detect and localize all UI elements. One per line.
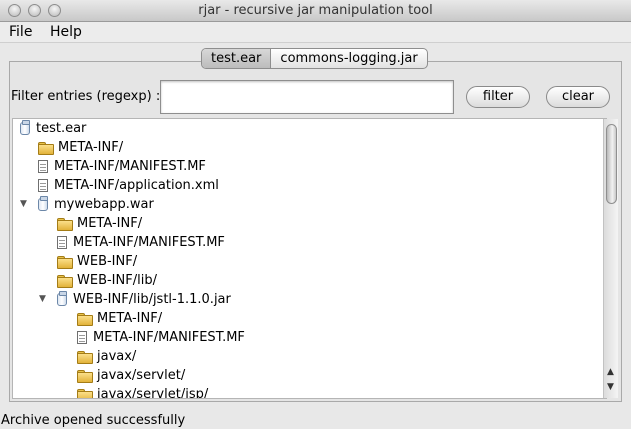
tree-item-label: test.ear [36, 121, 87, 136]
clear-button[interactable]: clear [546, 86, 610, 108]
folder-icon [57, 256, 73, 269]
jar-icon [57, 291, 67, 306]
scroll-down-icon[interactable]: ▼ [607, 382, 614, 392]
tab-commons-logging-jar[interactable]: commons-logging.jar [271, 49, 426, 68]
scroll-up-icon[interactable]: ▲ [607, 367, 614, 377]
tab-test-ear[interactable]: test.ear [202, 49, 272, 68]
tab-strip: test.ear commons-logging.jar [0, 43, 631, 71]
filter-button[interactable]: filter [466, 86, 530, 108]
tree-item-label: javax/ [97, 349, 137, 364]
tree-item-label: META-INF/application.xml [54, 178, 219, 193]
folder-icon [77, 313, 93, 326]
tree-item-label: mywebapp.war [54, 197, 154, 212]
file-icon [38, 160, 48, 173]
jar-icon [38, 196, 48, 211]
tree-item[interactable]: test.ear [20, 119, 86, 138]
tree-item-label: META-INF/MANIFEST.MF [73, 235, 225, 250]
menu-help[interactable]: Help [50, 24, 82, 40]
folder-icon [57, 275, 73, 288]
title-bar: rjar - recursive jar manipulation tool [0, 0, 631, 22]
tree-item[interactable]: ▼ WEB-INF/lib/jstl-1.1.0.jar [39, 290, 231, 309]
tree-item-label: WEB-INF/lib/ [77, 273, 157, 288]
folder-icon [38, 142, 54, 155]
expanded-triangle-icon[interactable]: ▼ [20, 195, 27, 214]
tree-item-label: META-INF/ [58, 140, 124, 155]
archive-tree[interactable]: test.ear META-INF/ META-INF/MANIFEST.MF … [12, 118, 607, 399]
menu-file[interactable]: File [9, 24, 32, 40]
tree-item-label: WEB-INF/lib/jstl-1.1.0.jar [73, 292, 231, 307]
tree-scrollbar[interactable]: ▲ ▼ [603, 119, 618, 398]
tree-item[interactable]: javax/ [77, 347, 136, 366]
tree-item-label: META-INF/MANIFEST.MF [54, 159, 206, 174]
folder-icon [77, 351, 93, 364]
status-message: Archive opened successfully [1, 413, 186, 428]
tree-item[interactable]: META-INF/ [57, 214, 142, 233]
tree-item[interactable]: javax/servlet/jsp/ [77, 385, 209, 399]
tree-item[interactable]: META-INF/MANIFEST.MF [57, 233, 225, 252]
scrollbar-thumb[interactable] [606, 124, 617, 204]
tree-item[interactable]: META-INF/application.xml [38, 176, 219, 195]
tree-item[interactable]: META-INF/ [38, 138, 123, 157]
folder-icon [57, 218, 73, 231]
folder-icon [77, 370, 93, 383]
tree-item[interactable]: javax/servlet/ [77, 366, 185, 385]
window-title: rjar - recursive jar manipulation tool [198, 3, 433, 18]
tree-item[interactable]: META-INF/MANIFEST.MF [38, 157, 206, 176]
file-icon [57, 236, 67, 249]
menu-bar: File Help [0, 22, 631, 43]
file-icon [38, 179, 48, 192]
jar-icon [20, 120, 30, 135]
tree-item-label: javax/servlet/jsp/ [97, 387, 209, 399]
tree-item[interactable]: ▼ mywebapp.war [20, 195, 154, 214]
folder-icon [77, 389, 93, 398]
tree-item-label: META-INF/ [97, 311, 163, 326]
tree-item-label: META-INF/ [77, 216, 143, 231]
tree-item[interactable]: WEB-INF/ [57, 252, 137, 271]
tree-item[interactable]: META-INF/ [77, 309, 162, 328]
expanded-triangle-icon[interactable]: ▼ [39, 290, 46, 309]
tree-item[interactable]: META-INF/MANIFEST.MF [77, 328, 245, 347]
filter-input[interactable] [160, 80, 454, 114]
filter-label: Filter entries (regexp) : [11, 89, 161, 104]
tree-item-label: WEB-INF/ [77, 254, 138, 269]
file-icon [77, 331, 87, 344]
tree-item-label: META-INF/MANIFEST.MF [93, 330, 245, 345]
tree-item-label: javax/servlet/ [97, 368, 186, 383]
tree-item[interactable]: WEB-INF/lib/ [57, 271, 157, 290]
